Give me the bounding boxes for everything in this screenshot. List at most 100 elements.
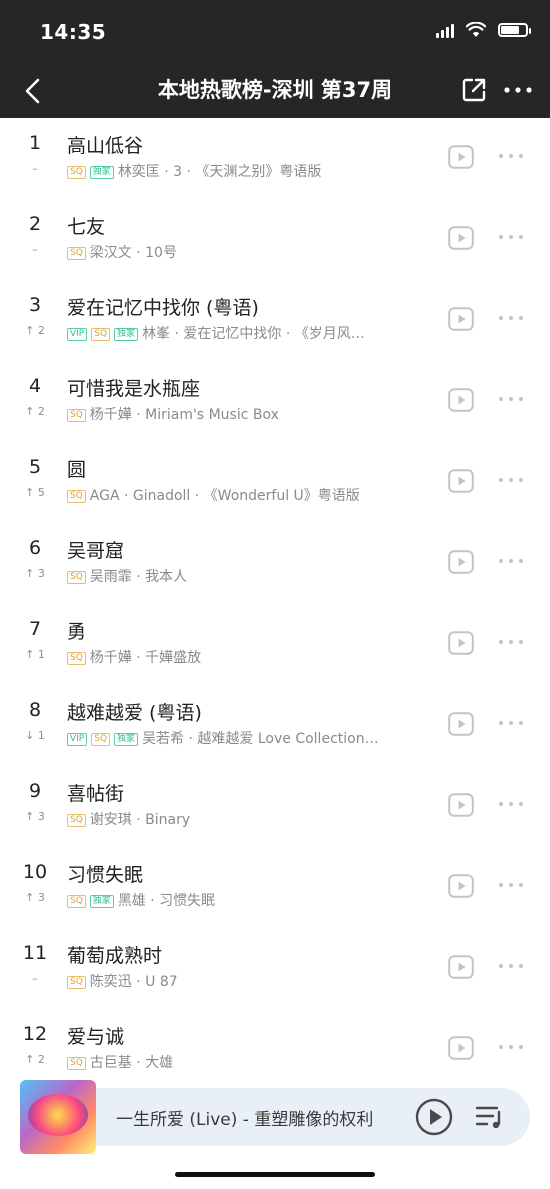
sq-badge: SQ xyxy=(67,1057,86,1070)
rank-number: 9 xyxy=(28,780,42,802)
mini-player[interactable]: 一生所爱 (Live) - 重塑雕像的权利 xyxy=(60,1088,530,1146)
cellular-signal-icon xyxy=(436,22,454,38)
song-meta-text: 谢安琪 · Binary xyxy=(89,812,191,828)
play-icon[interactable] xyxy=(448,307,474,331)
rank-number: 11 xyxy=(22,942,48,964)
sq-badge: SQ xyxy=(67,247,86,260)
song-meta: SQ 陈奕迅 · U 87 xyxy=(67,972,429,992)
song-title: 越难越爱 (粤语) xyxy=(67,702,202,724)
play-icon[interactable] xyxy=(448,955,474,979)
song-list: 1– 高山低谷 SQ 独家 林奕匡 · 3 · 《天渊之别》粤语版 2– 七友 SQ 梁汉文 ·… xyxy=(0,118,550,1090)
song-meta: VIP SQ 独家 林峯 · 爱在记忆中找你 · 《岁月风… xyxy=(67,324,429,344)
rank-number: 8 xyxy=(28,699,42,721)
rank-trend: ↑ 2 xyxy=(25,405,45,418)
song-meta-text: 林峯 · 爱在记忆中找你 · 《岁月风… xyxy=(142,326,365,342)
song-meta: SQ 独家 林奕匡 · 3 · 《天渊之别》粤语版 xyxy=(67,162,429,182)
song-meta: SQ 梁汉文 · 10号 xyxy=(67,243,429,263)
dujia-badge: 独家 xyxy=(114,328,139,341)
song-row[interactable]: 7 ↑ 1 勇 SQ 杨千嬅 · 千嬅盛放 xyxy=(0,604,550,685)
song-meta-text: 杨千嬅 · Miriam's Music Box xyxy=(89,407,279,423)
status-icons xyxy=(436,22,531,38)
play-icon[interactable] xyxy=(448,1036,474,1060)
more-dots-icon[interactable] xyxy=(497,880,525,890)
sq-badge: SQ xyxy=(67,409,86,422)
more-dots-icon[interactable] xyxy=(497,475,525,485)
song-meta-text: 陈奕迅 · U 87 xyxy=(89,974,178,990)
dujia-badge: 独家 xyxy=(114,733,139,746)
sq-badge: SQ xyxy=(67,490,86,503)
sq-badge: SQ xyxy=(67,652,86,665)
song-row[interactable]: 5 ↑ 5 圆 SQ AGA · Ginadoll · 《Wonderful U》粤语版 xyxy=(0,442,550,523)
sq-badge: SQ xyxy=(91,328,111,341)
song-row[interactable]: 11 – 葡萄成熟时 SQ 陈奕迅 · U 87 xyxy=(0,928,550,1009)
song-meta: SQ AGA · Ginadoll · 《Wonderful U》粤语版 xyxy=(67,486,429,506)
song-title: 七友 xyxy=(67,216,106,238)
play-icon[interactable] xyxy=(448,631,474,655)
song-meta-text: 吴若希 · 越难越爱 Love Collection… xyxy=(142,731,379,747)
rank-trend: ↓ 1 xyxy=(25,729,45,742)
album-cover[interactable] xyxy=(20,1080,96,1154)
rank-trend: – xyxy=(32,243,38,256)
play-icon[interactable] xyxy=(448,145,474,169)
more-dots-icon[interactable] xyxy=(497,718,525,728)
more-dots-icon[interactable] xyxy=(497,799,525,809)
more-icon[interactable] xyxy=(498,76,538,104)
song-meta: SQ 杨千嬅 · 千嬅盛放 xyxy=(67,648,429,668)
more-dots-icon[interactable] xyxy=(497,556,525,566)
wifi-icon xyxy=(466,22,486,37)
dujia-badge: 独家 xyxy=(89,166,114,179)
song-row[interactable]: 10 ↑ 3 习惯失眠 SQ 独家 黑雄 · 习惯失眠 xyxy=(0,847,550,928)
battery-icon xyxy=(498,23,531,37)
song-meta-text: 梁汉文 · 10号 xyxy=(89,245,177,261)
more-dots-icon[interactable] xyxy=(497,961,525,971)
song-row[interactable]: 12 ↑ 2 爱与诚 SQ 古巨基 · 大雄 xyxy=(0,1009,550,1090)
play-icon[interactable] xyxy=(448,793,474,817)
song-row[interactable]: 6 ↑ 3 吴哥窟 SQ 吴雨霏 · 我本人 xyxy=(0,523,550,604)
song-meta-text: 杨千嬅 · 千嬅盛放 xyxy=(89,650,202,666)
song-row[interactable]: 4 ↑ 2 可惜我是水瓶座 SQ 杨千嬅 · Miriam's Music Box xyxy=(0,361,550,442)
more-dots-icon[interactable] xyxy=(497,637,525,647)
sq-badge: SQ xyxy=(91,733,111,746)
sq-badge: SQ xyxy=(67,976,86,989)
song-row[interactable]: 1 – 高山低谷 SQ 独家 林奕匡 · 3 · 《天渊之别》粤语版 xyxy=(0,118,550,199)
play-icon[interactable] xyxy=(448,712,474,736)
song-title: 勇 xyxy=(67,621,87,643)
sq-badge: SQ xyxy=(67,166,86,179)
play-icon[interactable] xyxy=(448,226,474,250)
song-title: 爱在记忆中找你 (粤语) xyxy=(67,297,259,319)
rank-trend: ↑ 2 xyxy=(25,324,45,337)
home-indicator xyxy=(175,1172,375,1177)
rank-number: 6 xyxy=(28,537,42,559)
song-row[interactable]: 9 ↑ 3 喜帖街 SQ 谢安琪 · Binary xyxy=(0,766,550,847)
rank-trend: ↑ 3 xyxy=(25,810,45,823)
rank-trend: – xyxy=(32,972,38,985)
play-icon[interactable] xyxy=(414,1097,454,1137)
song-title: 喜帖街 xyxy=(67,783,125,805)
more-dots-icon[interactable] xyxy=(497,394,525,404)
more-dots-icon[interactable] xyxy=(497,232,525,242)
more-dots-icon[interactable] xyxy=(497,1042,525,1052)
song-title: 圆 xyxy=(67,459,87,481)
rank-trend: ↑ 3 xyxy=(25,891,45,904)
song-meta: VIP SQ 独家 吴若希 · 越难越爱 Love Collection… xyxy=(67,729,429,749)
song-meta: SQ 杨千嬅 · Miriam's Music Box xyxy=(67,405,429,425)
playlist-icon[interactable] xyxy=(474,1102,506,1132)
song-row[interactable]: 8 ↓ 1 越难越爱 (粤语) VIP SQ 独家 吴若希 · 越难越爱 Love Coll… xyxy=(0,685,550,766)
rank-trend: ↑ 2 xyxy=(25,1053,45,1066)
song-row[interactable]: 3 ↑ 2 爱在记忆中找你 (粤语) VIP SQ 独家 林峯 · 爱在记忆中找你 · 《岁… xyxy=(0,280,550,361)
vip-badge: VIP xyxy=(67,328,88,341)
more-dots-icon[interactable] xyxy=(497,313,525,323)
play-icon[interactable] xyxy=(448,874,474,898)
rank-number: 3 xyxy=(28,294,42,316)
play-icon[interactable] xyxy=(448,469,474,493)
more-dots-icon[interactable] xyxy=(497,151,525,161)
rank-trend: ↑ 1 xyxy=(25,648,45,661)
song-row[interactable]: 2 – 七友 SQ 梁汉文 · 10号 xyxy=(0,199,550,280)
song-title: 高山低谷 xyxy=(67,135,144,157)
play-icon[interactable] xyxy=(448,388,474,412)
share-icon[interactable] xyxy=(460,76,488,104)
song-meta-text: AGA · Ginadoll · 《Wonderful U》粤语版 xyxy=(89,488,360,504)
song-title: 可惜我是水瓶座 xyxy=(67,378,201,400)
song-meta-text: 吴雨霏 · 我本人 xyxy=(89,569,188,585)
play-icon[interactable] xyxy=(448,550,474,574)
